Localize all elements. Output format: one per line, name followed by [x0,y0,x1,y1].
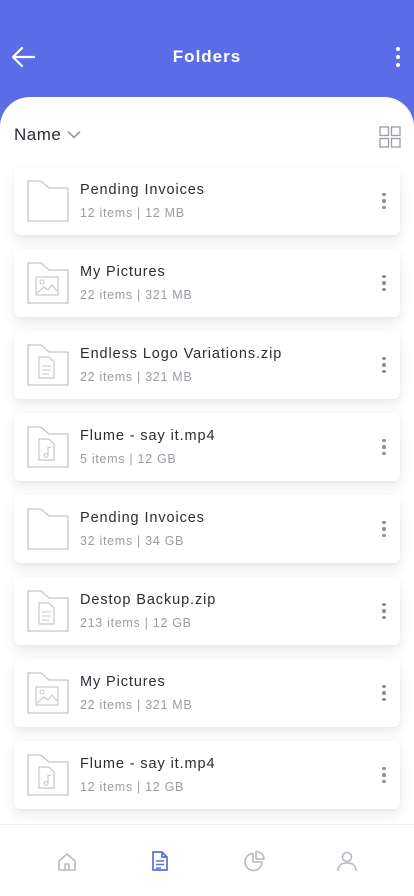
folder-meta: 5 items | 12 GB [80,452,177,466]
sort-dropdown[interactable]: Name [14,125,81,145]
content-sheet: Name Pending Invoices 12 items | 12 MB M… [0,97,414,824]
folder-name: Flume - say it.mp4 [80,428,216,444]
folder-meta: 22 items | 321 MB [80,288,193,302]
user-icon [337,851,358,871]
folder-name: Flume - say it.mp4 [80,756,216,772]
folder-icon [27,180,69,222]
item-menu-button[interactable] [376,679,392,707]
folder-list-item[interactable]: My Pictures 22 items | 321 MB [14,659,400,727]
item-menu-button[interactable] [376,269,392,297]
folder-name: Pending Invoices [80,182,205,198]
kebab-vertical-icon [382,192,386,197]
item-menu-button[interactable] [376,351,392,379]
folder-list-item[interactable]: Endless Logo Variations.zip 22 items | 3… [14,331,400,399]
kebab-vertical-icon [382,766,386,771]
page-title: Folders [172,47,242,66]
nav-item-pie-chart[interactable] [230,837,278,885]
item-menu-button[interactable] [376,187,392,215]
item-menu-button[interactable] [376,515,392,543]
kebab-vertical-icon [382,602,386,607]
nav-item-user[interactable] [323,837,371,885]
file-icon [152,850,169,871]
kebab-vertical-icon [382,684,386,689]
folder-meta: 12 items | 12 MB [80,206,185,220]
image-file-icon [27,672,69,714]
grid-view-icon [379,126,401,148]
document-file-icon [27,344,69,386]
item-menu-button[interactable] [376,433,392,461]
item-menu-button[interactable] [376,761,392,789]
folder-meta: 32 items | 34 GB [80,534,185,548]
nav-item-file[interactable] [136,837,184,885]
kebab-vertical-icon [382,520,386,525]
music-file-icon [27,426,69,468]
image-file-icon [27,262,69,304]
folder-list-item[interactable]: Destop Backup.zip 213 items | 12 GB [14,577,400,645]
folder-list-item[interactable]: Flume - say it.mp4 5 items | 12 GB [14,413,400,481]
sort-label: Name [14,125,62,144]
pie-chart-icon [244,850,265,871]
home-icon [57,852,76,871]
bottom-navigation [0,824,414,896]
folder-icon [27,508,69,550]
kebab-vertical-icon [382,356,386,361]
kebab-vertical-icon [382,438,386,443]
folder-name: Endless Logo Variations.zip [80,346,283,362]
folder-name: Pending Invoices [80,510,205,526]
folder-list-item[interactable]: Pending Invoices 12 items | 12 MB [14,167,400,235]
kebab-vertical-icon [396,47,400,51]
folder-list-item[interactable]: Flume - say it.mp4 12 items | 12 GB [14,741,400,809]
folder-list-item[interactable]: My Pictures 22 items | 321 MB [14,249,400,317]
header-menu-button[interactable] [390,42,406,72]
chevron-down-icon [68,131,81,139]
folder-name: Destop Backup.zip [80,592,217,608]
folder-meta: 213 items | 12 GB [80,616,192,630]
music-file-icon [27,754,69,796]
folder-meta: 12 items | 12 GB [80,780,185,794]
nav-item-home[interactable] [43,837,91,885]
kebab-vertical-icon [382,274,386,279]
folder-meta: 22 items | 321 MB [80,698,193,712]
folder-meta: 22 items | 321 MB [80,370,193,384]
folder-name: My Pictures [80,674,166,690]
folder-name: My Pictures [80,264,166,280]
folder-list-item[interactable]: Pending Invoices 32 items | 34 GB [14,495,400,563]
document-file-icon [27,590,69,632]
folder-list: Pending Invoices 12 items | 12 MB My Pic… [14,167,400,823]
grid-view-toggle[interactable] [379,126,401,148]
item-menu-button[interactable] [376,597,392,625]
